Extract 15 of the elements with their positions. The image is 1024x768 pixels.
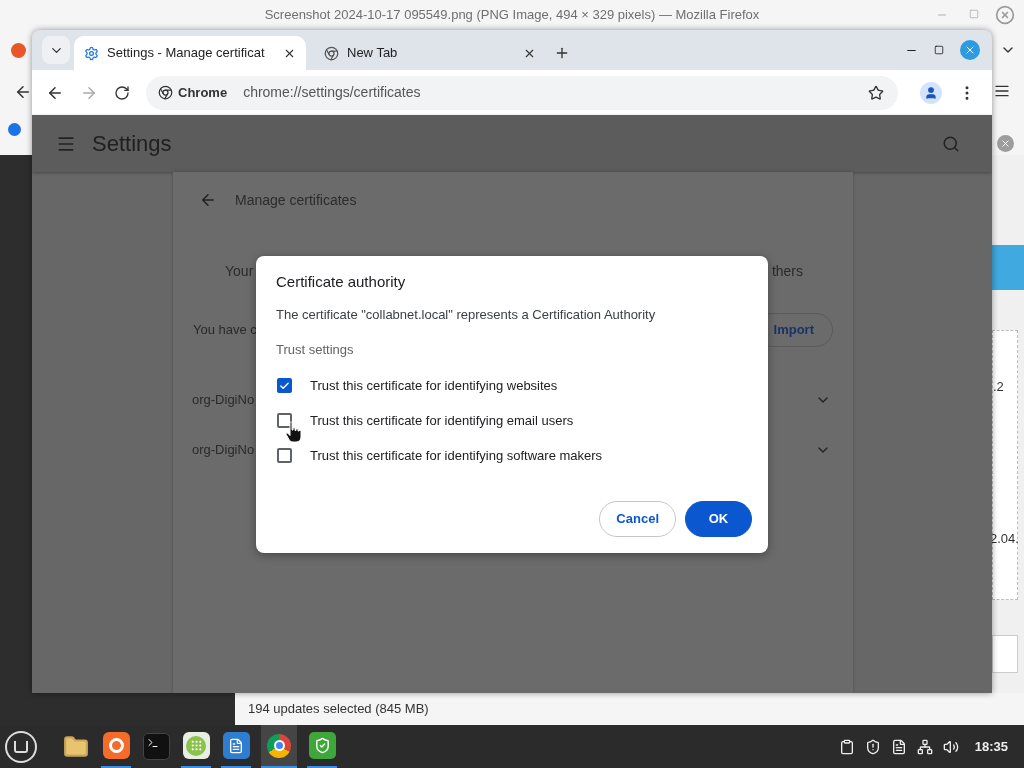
checkbox-label: Trust this certificate for identifying email users bbox=[310, 411, 574, 430]
page-title: Manage certificates bbox=[235, 190, 357, 210]
checkbox-label: Trust this certificate for identifying software makers bbox=[310, 446, 603, 465]
dialog-title: Certificate authority bbox=[276, 272, 407, 292]
version-text: .2 bbox=[993, 380, 1004, 393]
settings-title: Settings bbox=[92, 130, 173, 158]
dialog-message: The certificate "collabnet.local" represents a Certification Authority bbox=[276, 306, 657, 324]
tab-title: Settings - Manage certificat bbox=[107, 44, 266, 63]
section-label: Trust settings bbox=[276, 341, 355, 359]
window-title: Screenshot 2024-10-17 095549.png (PNG Image, 494 × 329 pixels) — Mozilla Firefox bbox=[264, 6, 760, 25]
certificate-count-text: You have c bbox=[193, 321, 257, 340]
status-text: 194 updates selected (845 MB) bbox=[248, 700, 429, 719]
url-text: chrome://settings/certificates bbox=[243, 83, 422, 102]
tab-title: New Tab bbox=[347, 44, 399, 63]
checkbox-label: Trust this certificate for identifying websites bbox=[310, 376, 558, 395]
